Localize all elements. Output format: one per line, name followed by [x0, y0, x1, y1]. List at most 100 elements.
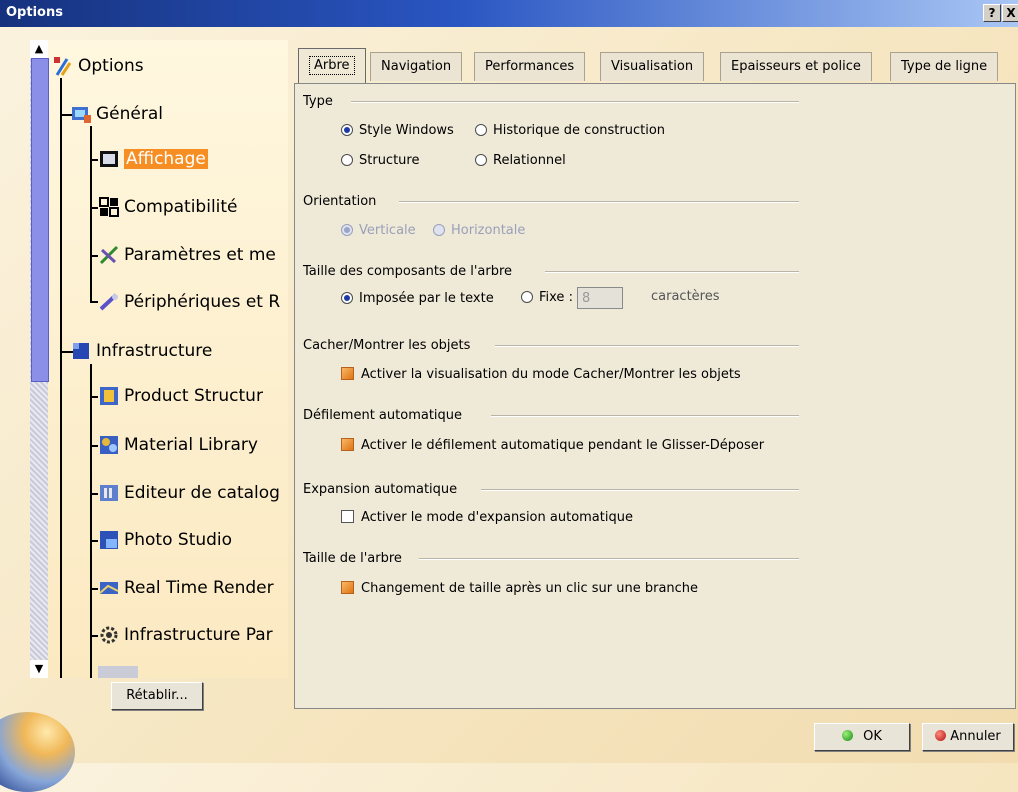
radio-button[interactable]: [341, 154, 353, 166]
tree-line: [90, 396, 98, 398]
radio-horizontale[interactable]: Horizontale: [433, 222, 525, 240]
parameters-icon: [98, 244, 120, 266]
checkbox-label: Changement de taille après un clic sur u…: [361, 581, 699, 596]
radio-relationnel[interactable]: Relationnel: [475, 152, 566, 170]
tab-pane-arbre: Type Style Windows Historique de constru…: [294, 83, 1016, 709]
tree-label: Compatibilité: [124, 197, 238, 217]
group-separator: [481, 489, 799, 491]
tree-item-affichage[interactable]: Affichage: [98, 146, 208, 172]
tree-item-infrastructure-par[interactable]: Infrastructure Par: [98, 622, 273, 648]
tree-line: [90, 255, 98, 257]
tree-line: [90, 445, 98, 447]
group-hide-show-label: Cacher/Montrer les objets: [303, 338, 471, 353]
checkbox[interactable]: [341, 367, 354, 380]
tree-label: Général: [96, 104, 163, 124]
group-separator: [419, 558, 799, 560]
group-separator: [491, 415, 799, 417]
tab-label: Arbre: [309, 56, 355, 75]
title-bar: Options ? X: [0, 0, 1018, 27]
group-orientation-label: Orientation: [303, 194, 377, 209]
fixed-size-field[interactable]: 8: [576, 286, 623, 309]
tree-item-parametres[interactable]: Paramètres et me: [98, 242, 276, 268]
tree-line: [60, 78, 62, 678]
tree-label: Paramètres et me: [124, 245, 276, 265]
group-autoscroll-label: Défilement automatique: [303, 408, 463, 423]
checkbox-label: Activer le défilement automatique pendan…: [361, 438, 765, 453]
checkbox-tree-size[interactable]: Changement de taille après un clic sur u…: [341, 580, 698, 598]
tab-type-de-ligne[interactable]: Type de ligne: [890, 52, 999, 81]
tree-label: Product Structur: [124, 386, 263, 406]
radio-imposee[interactable]: Imposée par le texte: [341, 290, 494, 308]
ok-button[interactable]: OK: [814, 723, 910, 751]
tree-item-compatibilite[interactable]: Compatibilité: [98, 194, 238, 220]
tree-label: Affichage: [124, 149, 208, 169]
material-library-icon: [98, 434, 120, 456]
reset-button[interactable]: Rétablir...: [111, 682, 203, 710]
checkbox-label: Activer le mode d'expansion automatique: [361, 510, 633, 525]
tab-performances[interactable]: Performances: [474, 52, 586, 81]
checkbox[interactable]: [341, 581, 354, 594]
checkbox-autoscroll[interactable]: Activer le défilement automatique pendan…: [341, 437, 764, 455]
group-expansion-label: Expansion automatique: [303, 482, 458, 497]
tab-arbre[interactable]: Arbre: [298, 48, 366, 83]
radio-structure[interactable]: Structure: [341, 152, 419, 170]
tree-line: [90, 301, 98, 303]
group-separator: [399, 201, 799, 203]
radio-button[interactable]: [433, 224, 445, 236]
checkbox-expansion[interactable]: Activer le mode d'expansion automatique: [341, 509, 633, 527]
cancel-button[interactable]: Annuler: [922, 723, 1014, 751]
radio-verticale[interactable]: Verticale: [341, 222, 416, 240]
photo-studio-icon: [98, 529, 120, 551]
scroll-down-icon[interactable]: ▼: [30, 660, 48, 678]
radio-button[interactable]: [475, 154, 487, 166]
tree-label: Photo Studio: [124, 530, 233, 550]
tree-line: [90, 207, 98, 209]
tab-visualisation[interactable]: Visualisation: [600, 52, 705, 81]
tree-item-catalog-editor[interactable]: Editeur de catalog: [98, 480, 280, 506]
close-button[interactable]: X: [1002, 4, 1018, 22]
radio-label: Verticale: [359, 223, 416, 238]
checkbox-hide-show[interactable]: Activer la visualisation du mode Cacher/…: [341, 366, 741, 384]
ok-label: OK: [863, 729, 882, 744]
tree-scrollbar[interactable]: ▲ ▼: [30, 40, 49, 678]
tree-line: [90, 588, 98, 590]
compatibility-icon: [98, 196, 120, 218]
gear-icon: [98, 624, 120, 646]
radio-historique[interactable]: Historique de construction: [475, 122, 665, 140]
radio-button[interactable]: [475, 124, 487, 136]
radio-style-windows[interactable]: Style Windows: [341, 122, 454, 140]
scroll-up-icon[interactable]: ▲: [30, 40, 48, 58]
tree-item-real-time-render[interactable]: Real Time Render: [98, 575, 274, 601]
tab-strip: Arbre Navigation Performances Visualisat…: [294, 48, 1018, 84]
radio-button[interactable]: [341, 224, 353, 236]
tree-item-peripheriques[interactable]: Périphériques et R: [98, 289, 280, 315]
tree-item-product-structure[interactable]: Product Structur: [98, 383, 263, 409]
general-icon: [70, 103, 92, 125]
tree-item-infrastructure[interactable]: Infrastructure: [70, 338, 212, 364]
radio-label: Style Windows: [359, 123, 454, 138]
tree-label: Infrastructure Par: [124, 625, 273, 645]
help-button[interactable]: ?: [983, 4, 1001, 22]
tree-item-material-library[interactable]: Material Library: [98, 432, 258, 458]
scroll-thumb[interactable]: [31, 58, 49, 382]
tree-item-photo-studio[interactable]: Photo Studio: [98, 527, 232, 553]
group-tree-size-label: Taille de l'arbre: [303, 551, 402, 566]
tree-root-options[interactable]: Options: [52, 53, 144, 79]
partial-tree-item: [98, 666, 138, 678]
group-size-label: Taille des composants de l'arbre: [303, 264, 513, 279]
checkbox[interactable]: [341, 438, 354, 451]
options-icon: [52, 55, 74, 77]
checkbox[interactable]: [341, 510, 354, 523]
tab-navigation[interactable]: Navigation: [370, 52, 463, 81]
tab-epaisseurs[interactable]: Epaisseurs et police: [720, 52, 872, 81]
radio-button[interactable]: [341, 292, 353, 304]
tree-line: [90, 493, 98, 495]
catalog-icon: [98, 482, 120, 504]
radio-button[interactable]: [521, 291, 533, 303]
tree-label: Real Time Render: [124, 578, 274, 598]
radio-fixe[interactable]: Fixe :8: [521, 286, 631, 310]
tree-label: Périphériques et R: [124, 292, 281, 312]
cancel-icon: [935, 730, 947, 741]
tree-item-general[interactable]: Général: [70, 101, 163, 127]
radio-button[interactable]: [341, 124, 353, 136]
